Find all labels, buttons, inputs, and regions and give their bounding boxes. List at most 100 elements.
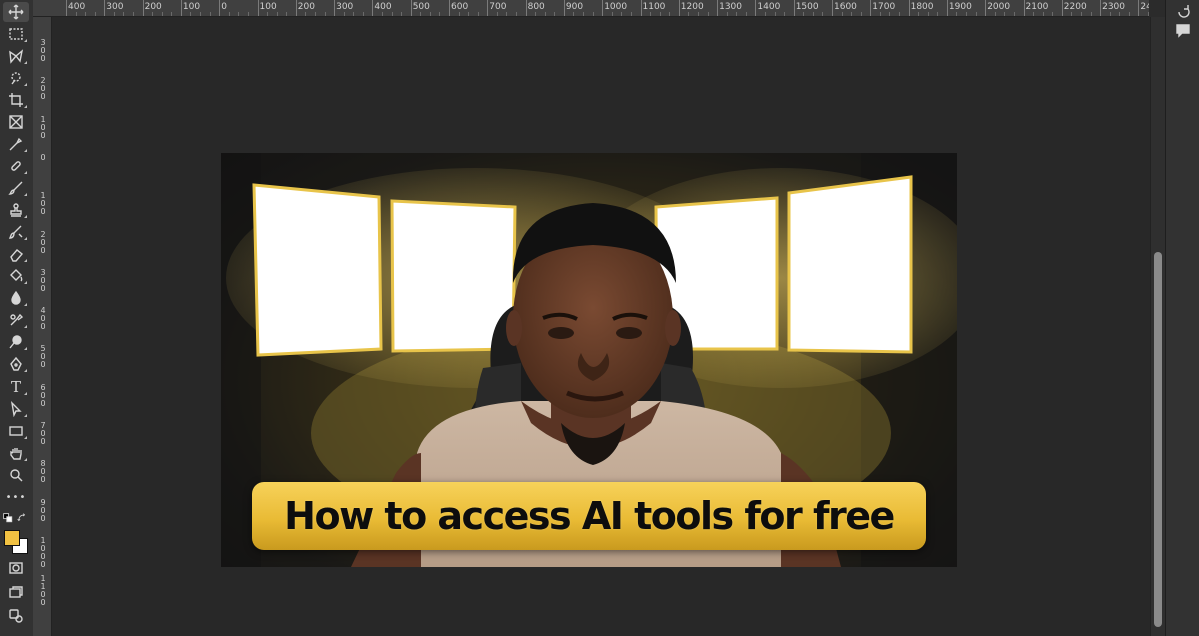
lasso-icon[interactable]	[3, 46, 29, 66]
panel-left-outer	[252, 183, 383, 357]
ruler-minor-tick	[1119, 12, 1121, 16]
ruler-label: 0	[40, 152, 46, 162]
ruler-label: 200	[40, 229, 46, 255]
ruler-minor-tick	[1109, 12, 1111, 16]
ruler-minor-tick	[276, 12, 278, 16]
ruler-minor-tick	[611, 12, 613, 16]
ruler-major-tick	[66, 0, 67, 16]
ruler-label: 2200	[1063, 2, 1087, 12]
screen-mode-icon[interactable]	[3, 582, 29, 602]
blur-icon[interactable]	[3, 288, 29, 308]
ruler-minor-tick	[927, 12, 929, 16]
ruler-label: 1500	[795, 2, 819, 12]
pen-icon[interactable]	[3, 354, 29, 374]
comments-icon[interactable]	[1170, 20, 1196, 40]
ruler-major-tick	[295, 0, 297, 16]
move-icon[interactable]	[3, 2, 29, 22]
burn-icon[interactable]	[3, 332, 29, 352]
ruler-minor-tick	[401, 12, 403, 16]
quick-selection-icon[interactable]	[3, 68, 29, 88]
ruler-label: 800	[527, 2, 545, 12]
ruler-minor-tick	[353, 12, 355, 16]
ruler-minor-tick	[1004, 12, 1006, 16]
ruler-minor-tick	[918, 12, 920, 16]
quick-mask-icon[interactable]	[3, 558, 29, 578]
ruler-label: 100	[182, 2, 201, 12]
paint-bucket-icon[interactable]	[3, 266, 29, 286]
ruler-major-tick	[372, 0, 374, 16]
clone-stamp-icon[interactable]	[3, 200, 29, 220]
ruler-label: 100	[40, 114, 46, 140]
ruler-major-tick	[142, 0, 144, 16]
vertical-ruler: 300 200 100 0 100 200 300 400 500 600 700 800 900 100…	[33, 17, 52, 636]
ruler-major-tick	[1138, 0, 1140, 16]
ruler-origin[interactable]	[33, 0, 52, 17]
ruler-minor-tick	[822, 12, 824, 16]
ruler-major-tick	[1100, 0, 1102, 16]
frame-icon[interactable]	[3, 112, 29, 132]
ruler-label: 1700	[872, 2, 896, 12]
ruler-minor-tick	[707, 12, 709, 16]
ruler-minor-tick	[937, 12, 939, 16]
thumbnail-title-text: How to access AI tools for free	[284, 494, 895, 538]
ruler-label: 700	[489, 2, 507, 12]
ruler-minor-tick	[899, 12, 901, 16]
ruler-minor-tick	[764, 12, 766, 16]
ruler-label: 1000	[40, 535, 46, 569]
ruler-minor-tick	[956, 12, 958, 16]
path-selection-icon[interactable]	[3, 399, 29, 419]
scrollbar-thumb[interactable]	[1154, 252, 1162, 627]
ruler-major-tick	[180, 0, 182, 16]
history-brush-icon[interactable]	[3, 222, 29, 242]
eyedropper-icon[interactable]	[3, 134, 29, 154]
ruler-major-tick	[487, 0, 489, 16]
ruler-minor-tick	[439, 12, 441, 16]
ruler-label: 1900	[948, 2, 972, 12]
zoom-icon[interactable]	[3, 465, 29, 485]
ruler-label: 400	[40, 306, 46, 332]
dodge-icon[interactable]	[3, 310, 29, 330]
rectangular-marquee-icon[interactable]	[3, 24, 29, 44]
right-panel-dock	[1165, 0, 1199, 636]
ruler-minor-tick	[669, 12, 671, 16]
ruler-minor-tick	[784, 12, 786, 16]
document-canvas[interactable]: How to access AI tools for free	[221, 153, 957, 567]
history-icon[interactable]	[1170, 0, 1196, 20]
hand-icon[interactable]	[3, 443, 29, 463]
ruler-minor-tick	[468, 12, 470, 16]
ruler-minor-tick	[879, 12, 881, 16]
ruler-minor-tick	[966, 12, 968, 16]
ruler-major-tick	[219, 0, 221, 16]
type-icon[interactable]: T	[3, 377, 29, 397]
ruler-label: 300	[106, 2, 124, 12]
crop-icon[interactable]	[3, 90, 29, 110]
ruler-minor-tick	[152, 12, 154, 16]
ruler-minor-tick	[391, 12, 393, 16]
ruler-major-tick	[602, 0, 604, 16]
healing-brush-icon[interactable]	[3, 156, 29, 176]
ruler-major-tick	[334, 0, 336, 16]
ruler-minor-tick	[583, 12, 585, 16]
ruler-label: 1800	[910, 2, 934, 12]
ruler-minor-tick	[75, 12, 77, 16]
vertical-scrollbar[interactable]	[1150, 17, 1165, 636]
ruler-minor-tick	[516, 12, 518, 16]
ruler-label: 200	[40, 76, 46, 102]
swap-colors-icon[interactable]	[16, 508, 28, 528]
share-icon[interactable]	[3, 606, 29, 626]
ruler-major-tick	[946, 0, 948, 16]
ruler-minor-tick	[209, 12, 211, 16]
ruler-major-tick	[717, 0, 719, 16]
ruler-minor-tick	[659, 12, 661, 16]
eraser-icon[interactable]	[3, 244, 29, 264]
ruler-major-tick	[1061, 0, 1063, 16]
ruler-major-tick	[563, 0, 565, 16]
rectangle-icon[interactable]	[3, 421, 29, 441]
ruler-minor-tick	[621, 12, 623, 16]
thumbnail-title-banner[interactable]: How to access AI tools for free	[252, 482, 926, 550]
default-colors-icon[interactable]	[2, 508, 14, 528]
ruler-minor-tick	[774, 12, 776, 16]
foreground-color-swatch[interactable]	[4, 530, 20, 546]
brush-icon[interactable]	[3, 178, 29, 198]
more-icon[interactable]: •••	[3, 488, 29, 508]
